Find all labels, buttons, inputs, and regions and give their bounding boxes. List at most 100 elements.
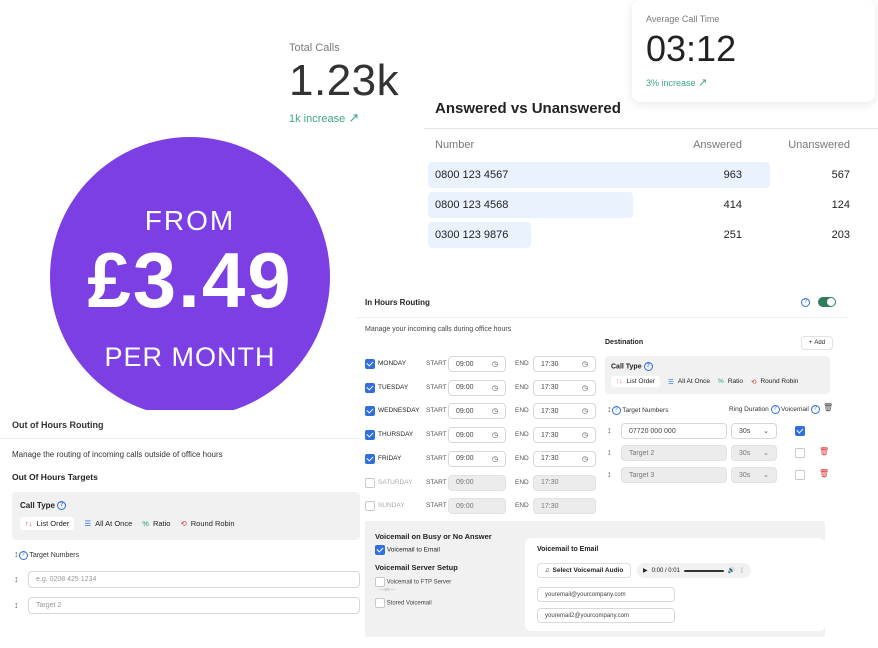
end-time-input[interactable]: 17:30 ◷ — [533, 356, 596, 372]
ratio-icon: % — [718, 378, 724, 385]
help-icon[interactable]: ? — [643, 362, 653, 371]
trash-icon[interactable]: 🗑 — [819, 469, 829, 478]
day-checkbox[interactable] — [365, 406, 375, 417]
clock-icon: ◷ — [581, 432, 588, 440]
help-icon[interactable]: ? — [18, 550, 28, 560]
out-target-input-1[interactable]: e.g. 0208 425 1234 — [28, 571, 360, 588]
ring-duration-select[interactable]: 30s ⌄ — [731, 467, 777, 483]
clock-icon: ◷ — [491, 384, 498, 392]
stored-voicemail-option[interactable]: Stored Voicemail — [375, 598, 432, 608]
help-icon[interactable]: ? — [801, 298, 810, 307]
start-time-input[interactable]: 09:00 ◷ — [448, 403, 506, 420]
help-icon[interactable]: ? — [770, 405, 780, 414]
end-time-input[interactable]: 17:30 ◷ — [533, 379, 596, 396]
play-icon[interactable]: ▶ — [643, 567, 648, 574]
ring-duration-select[interactable]: 30s ⌄ — [731, 423, 777, 439]
day-checkbox[interactable] — [365, 453, 375, 464]
volume-icon[interactable]: 🔊 — [728, 567, 735, 574]
start-time-input[interactable]: 09:00 — [448, 498, 506, 515]
help-icon[interactable]: ? — [810, 405, 820, 414]
call-type-option[interactable]: % Ratio — [718, 376, 743, 387]
voicemail-header: Voicemail ? — [781, 405, 820, 414]
col-header-number: Number — [435, 139, 475, 151]
help-icon[interactable]: ? — [57, 501, 67, 511]
help-icon[interactable]: ? — [611, 405, 621, 415]
drag-handle-icon[interactable]: ↕ — [607, 469, 612, 479]
call-type-label: Call Type ? — [611, 362, 653, 371]
ring-duration-select[interactable]: 30s ⌄ — [731, 445, 777, 461]
call-type-option[interactable]: % Ratio — [142, 517, 170, 530]
day-row: TUESDAY START 09:00 ◷ END 17:30 ◷ — [365, 379, 605, 396]
select-audio-button[interactable]: ♫ Select Voicemail Audio — [537, 563, 631, 578]
start-time-input[interactable]: 09:00 — [448, 474, 506, 491]
target-number-input[interactable]: 07720 000 000 — [621, 423, 727, 439]
end-time-input[interactable]: 17:30 — [533, 474, 596, 491]
day-checkbox[interactable] — [365, 430, 375, 441]
call-type-option[interactable]: ↑↓ List Order — [611, 376, 661, 387]
drag-handle-icon[interactable]: ↕ — [14, 574, 19, 584]
start-time-input[interactable]: 09:00 ◷ — [448, 427, 506, 444]
out-hours-targets-title: Out Of Hours Targets — [12, 472, 98, 482]
table-row[interactable]: 0800 123 4567 963 567 — [424, 162, 878, 188]
voicemail-checkbox[interactable] — [795, 470, 805, 480]
target-number-input[interactable]: Target 3 — [621, 467, 727, 483]
audio-player[interactable]: ▶ 0:00 / 0:01 🔊 ⋮ — [637, 563, 751, 578]
promo-from: FROM — [144, 205, 236, 236]
ring-duration-header: Ring Duration ? — [729, 405, 780, 414]
voicemail-to-email-checkbox[interactable] — [375, 545, 385, 555]
trash-icon[interactable]: 🗑 — [823, 403, 833, 412]
call-type-option[interactable]: ⟲ Round Robin — [751, 376, 798, 387]
drag-handle-icon[interactable]: ↕ — [607, 425, 612, 435]
start-time-input[interactable]: 09:00 ◷ — [448, 379, 506, 396]
end-time-input[interactable]: 17:30 ◷ — [533, 427, 596, 444]
start-label: START — [426, 502, 447, 510]
more-options-icon[interactable]: ⋮ — [739, 567, 745, 574]
day-checkbox[interactable] — [365, 382, 375, 393]
day-checkbox[interactable] — [365, 359, 375, 369]
start-label: START — [426, 431, 447, 439]
clock-icon: ◷ — [491, 432, 498, 440]
day-row: FRIDAY START 09:00 ◷ END 17:30 ◷ — [365, 450, 605, 467]
in-hours-toggle[interactable] — [818, 297, 836, 307]
music-note-icon: ♫ — [544, 567, 550, 574]
end-label: END — [515, 502, 529, 510]
voicemail-to-email-option[interactable]: Voicemail to Email — [375, 545, 440, 555]
audio-progress-track[interactable] — [683, 569, 724, 572]
out-call-type-box: Call Type ? ↑↓ List Order ☰ All At Once % Rat… — [12, 492, 360, 540]
end-label: END — [515, 454, 529, 462]
call-type-option[interactable]: ☰ All At Once — [668, 376, 710, 387]
end-time-input[interactable]: 17:30 — [533, 498, 596, 515]
table-row[interactable]: 0300 123 9876 251 203 — [424, 222, 878, 248]
arrow-up-right-icon: ↗ — [348, 110, 360, 125]
server-setup-title: Voicemail Server Setup — [375, 563, 458, 572]
start-time-input[interactable]: 09:00 ◷ — [448, 450, 506, 467]
end-time-input[interactable]: 17:30 ◷ — [533, 450, 596, 467]
call-type-option[interactable]: ↑↓ List Order — [20, 517, 75, 530]
call-type-option[interactable]: ⟲ Round Robin — [180, 517, 234, 530]
total-calls-value: 1.23k — [289, 56, 400, 105]
end-time-input[interactable]: 17:30 ◷ — [533, 403, 596, 420]
start-label: START — [426, 454, 447, 462]
out-target-input-2[interactable]: Target 2 — [28, 597, 360, 614]
chevron-down-icon: ⌄ — [763, 472, 769, 479]
voicemail-ftp-checkbox[interactable] — [375, 577, 385, 587]
drag-handle-icon[interactable]: ↕ — [14, 600, 19, 610]
voicemail-email-1[interactable]: youremail@yourcompany.com — [537, 587, 675, 602]
voicemail-email-2[interactable]: youremail2@yourcompany.com — [537, 608, 675, 623]
day-checkbox[interactable] — [365, 477, 375, 488]
table-row[interactable]: 0800 123 4568 414 124 — [424, 192, 878, 218]
stored-voicemail-checkbox[interactable] — [375, 598, 385, 608]
add-destination-button[interactable]: + Add — [801, 336, 833, 350]
target-number-input[interactable]: Target 2 — [621, 445, 727, 461]
call-type-option[interactable]: ☰ All At Once — [84, 517, 132, 530]
day-checkbox[interactable] — [365, 501, 375, 512]
start-time-input[interactable]: 09:00 ◷ — [448, 356, 506, 372]
voicemail-to-ftp-option[interactable]: Voicemail to FTP Server — [375, 577, 451, 587]
voicemail-checkbox[interactable] — [795, 426, 805, 436]
trash-icon[interactable]: 🗑 — [819, 447, 829, 456]
total-calls-trend: 1k increase ↗ — [289, 110, 360, 125]
sort-icon: ↕ — [607, 404, 612, 414]
drag-handle-icon[interactable]: ↕ — [607, 447, 612, 457]
out-hours-panel: Out of Hours Routing Manage the routing … — [0, 410, 360, 628]
voicemail-checkbox[interactable] — [795, 448, 805, 458]
